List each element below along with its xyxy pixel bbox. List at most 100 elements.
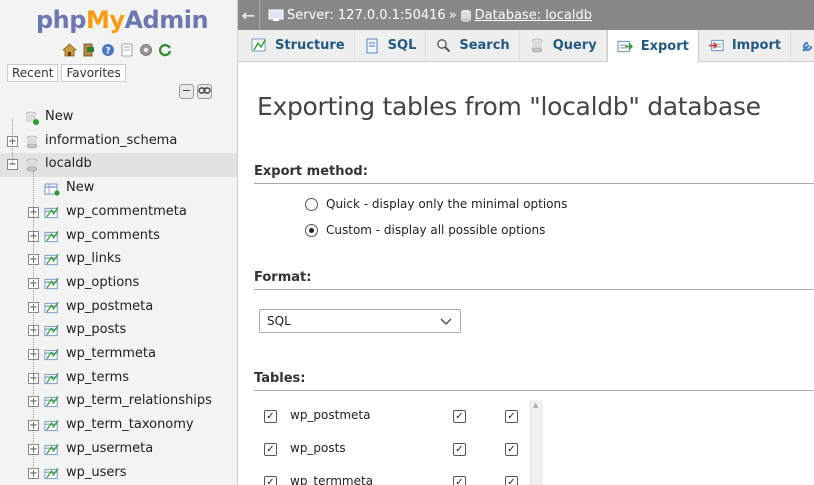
svg-text:?: ? [105, 46, 110, 56]
logo-my: My [85, 6, 125, 34]
page-title: Exporting tables from "localdb" database [257, 92, 761, 121]
table-row: ✓ wp_posts ✓ ✓ [264, 441, 534, 461]
help-icon[interactable]: ? [99, 41, 116, 58]
reload-icon[interactable] [156, 41, 173, 58]
table-tree-item[interactable]: + wp_term_taxonomy [0, 414, 237, 438]
format-selected-value: SQL [267, 314, 291, 328]
table-tree-item[interactable]: + wp_comments [0, 225, 237, 249]
structure-checkbox[interactable]: ✓ [453, 443, 466, 456]
database-icon [460, 9, 471, 22]
format-select[interactable]: SQL [259, 309, 461, 333]
table-icon [44, 301, 60, 315]
docs-icon[interactable] [118, 41, 135, 58]
table-icon [44, 206, 60, 220]
settings-icon[interactable] [137, 41, 154, 58]
table-row: ✓ wp_postmeta ✓ ✓ [264, 408, 534, 428]
table-tree-item[interactable]: + wp_term_relationships [0, 390, 237, 414]
new-tree-item[interactable]: New [0, 106, 237, 130]
tab-sql[interactable]: SQL [355, 30, 427, 61]
database-icon [24, 135, 40, 149]
tab-label: Query [552, 38, 597, 53]
table-tree-item[interactable]: + wp_termmeta [0, 343, 237, 367]
tree-item-label: wp_terms [66, 369, 130, 385]
breadcrumb-separator: » [448, 7, 457, 23]
tables-scrollbar[interactable]: ▲ [530, 400, 543, 485]
table-select-checkbox[interactable]: ✓ [264, 443, 277, 456]
tree-item-label: New [66, 180, 95, 196]
sql-icon [364, 38, 380, 54]
tab-label: Search [459, 38, 510, 53]
data-checkbox[interactable]: ✓ [505, 476, 518, 485]
breadcrumb-database[interactable]: Database: localdb [475, 8, 592, 23]
database-tree-item[interactable]: − localdb [0, 153, 237, 178]
collapse-all-icon[interactable]: − [179, 84, 194, 99]
table-name: wp_postmeta [290, 408, 371, 422]
table-icon [44, 253, 60, 267]
tree-item-label: wp_posts [66, 322, 127, 338]
table-tree-item[interactable]: + wp_users [0, 462, 237, 485]
tab-export[interactable]: Export [606, 30, 699, 62]
tree-item-label: wp_usermeta [66, 440, 154, 456]
main-tabs: Structure SQL Search Query Export Import [238, 30, 814, 62]
logo-admin: Admin [124, 6, 209, 34]
table-icon [44, 324, 60, 338]
quick-export-option[interactable]: Quick - display only the minimal options [305, 197, 567, 211]
search-icon [435, 38, 451, 54]
chevron-down-icon [440, 313, 452, 332]
tab-search[interactable]: Search [426, 30, 520, 61]
tab-more[interactable] [791, 30, 814, 61]
tree-item-label: wp_termmeta [66, 346, 156, 361]
quick-radio[interactable] [305, 197, 318, 211]
structure-icon [251, 38, 267, 54]
tree-item-label: wp_commentmeta [66, 203, 187, 219]
table-icon [44, 372, 60, 386]
link-icon[interactable] [197, 84, 212, 99]
nav-tabs: Recent Favorites [7, 64, 126, 82]
phpmyadmin-logo[interactable]: phpMyAdmin [36, 6, 209, 34]
tree-item-label: wp_term_taxonomy [66, 417, 194, 433]
back-arrow-icon[interactable]: ← [238, 0, 260, 30]
tree-item-label: wp_term_relationships [66, 393, 212, 409]
table-tree-item[interactable]: + wp_options [0, 272, 237, 296]
custom-label: Custom - display all possible options [326, 223, 546, 237]
table-select-checkbox[interactable]: ✓ [264, 410, 277, 423]
table-name: wp_posts [290, 441, 346, 455]
scroll-up-icon[interactable]: ▲ [533, 401, 538, 409]
new-database-icon [24, 111, 40, 125]
custom-export-option[interactable]: Custom - display all possible options [305, 223, 545, 237]
export-page: Exporting tables from "localdb" database… [238, 62, 814, 485]
table-tree-item[interactable]: + wp_terms [0, 367, 237, 391]
table-icon [44, 348, 60, 362]
tree-item-label: wp_links [66, 251, 122, 267]
database-tree-item[interactable]: + information_schema [0, 130, 237, 154]
tab-label: SQL [387, 38, 417, 53]
new-tree-item[interactable]: New [0, 177, 237, 201]
data-checkbox[interactable]: ✓ [505, 410, 518, 423]
breadcrumb: Server: 127.0.0.1:50416 » Database: loca… [268, 8, 592, 23]
tab-label: Import [731, 38, 782, 53]
table-tree-item[interactable]: + wp_posts [0, 319, 237, 343]
favorites-tab[interactable]: Favorites [61, 64, 126, 82]
tab-import[interactable]: Import [699, 30, 792, 61]
custom-radio[interactable] [305, 223, 318, 237]
tree-guide-line [12, 118, 13, 166]
table-tree-item[interactable]: + wp_links [0, 248, 237, 272]
structure-checkbox[interactable]: ✓ [453, 410, 466, 423]
logout-icon[interactable] [80, 41, 97, 58]
table-tree-item[interactable]: + wp_postmeta [0, 296, 237, 320]
breadcrumb-server[interactable]: Server: 127.0.0.1:50416 [287, 8, 446, 23]
new-table-icon [44, 182, 60, 196]
structure-checkbox[interactable]: ✓ [453, 476, 466, 485]
tab-structure[interactable]: Structure [242, 30, 355, 61]
table-tree-item[interactable]: + wp_usermeta [0, 438, 237, 462]
server-icon [268, 9, 284, 21]
table-row: ✓ wp_termmeta ✓ ✓ [264, 474, 534, 485]
table-select-checkbox[interactable]: ✓ [264, 476, 277, 485]
home-icon[interactable] [61, 41, 78, 58]
table-tree-item[interactable]: + wp_commentmeta [0, 201, 237, 225]
nav-icon-bar: ? [61, 41, 173, 58]
data-checkbox[interactable]: ✓ [505, 443, 518, 456]
tab-query[interactable]: Query [520, 30, 607, 61]
database-icon [24, 158, 40, 172]
recent-tab[interactable]: Recent [7, 64, 59, 82]
